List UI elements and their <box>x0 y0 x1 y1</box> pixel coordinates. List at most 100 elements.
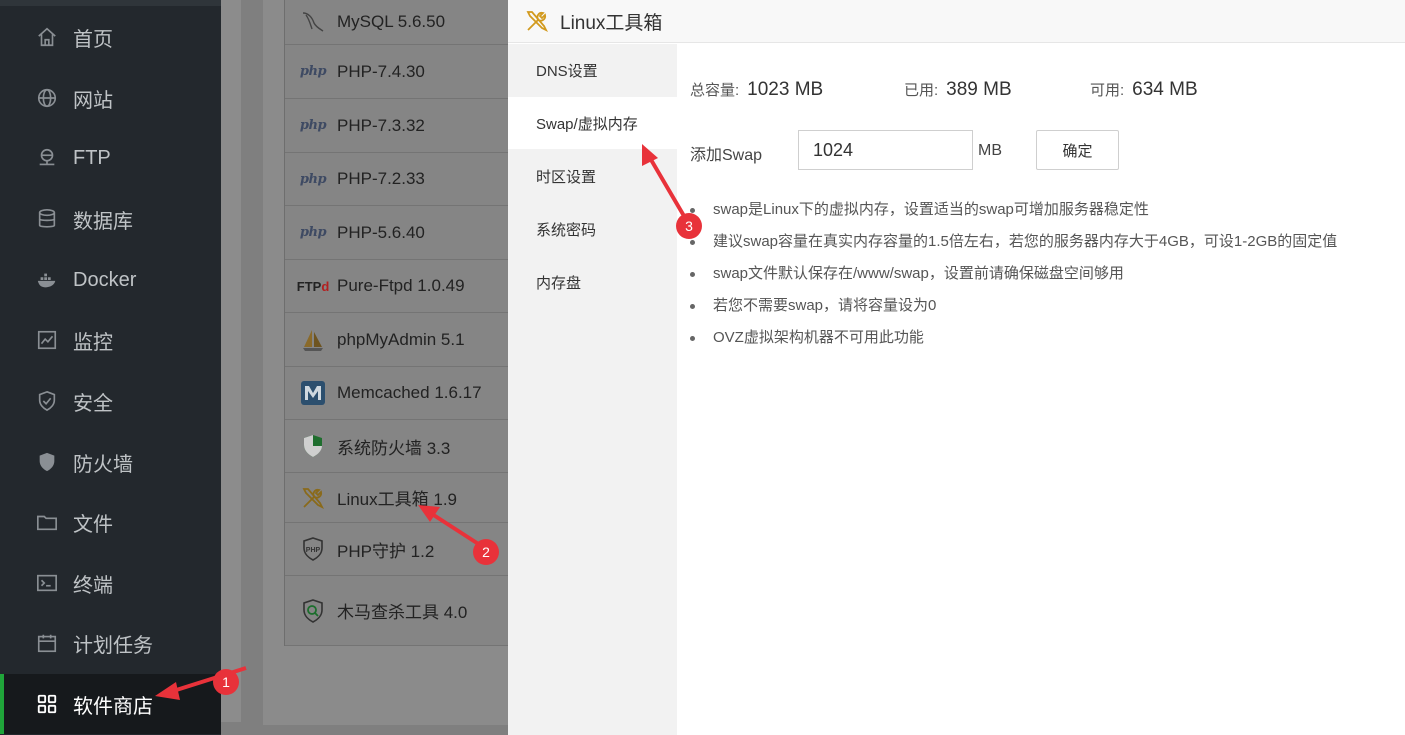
sidebar-item-label: 数据库 <box>73 210 133 233</box>
sidebar-item-label: 安全 <box>73 392 113 415</box>
scan-shield-icon <box>299 597 327 625</box>
confirm-button[interactable]: 确定 <box>1036 130 1119 170</box>
tab-ramdisk[interactable]: 内存盘 <box>508 256 677 308</box>
plugin-row-php-guard[interactable]: PHP PHP守护 1.2 <box>285 523 508 576</box>
plugin-name: PHP-7.3.32 <box>337 115 425 135</box>
sidebar-item-label: FTP <box>73 146 111 169</box>
sidebar-item-label: 终端 <box>73 574 113 597</box>
sidebar-item-label: 计划任务 <box>73 634 153 657</box>
sidebar-item-files[interactable]: 文件 <box>0 492 221 552</box>
list-item: swap文件默认保存在/www/swap，设置前请确保磁盘空间够用 <box>690 260 1405 292</box>
plugin-name: Memcached 1.6.17 <box>337 383 482 402</box>
plugin-name: PHP-7.4.30 <box>337 61 425 81</box>
plugin-name: PHP-5.6.40 <box>337 222 425 242</box>
monitor-icon <box>36 329 58 351</box>
plugin-row-firewall[interactable]: 系统防火墙 3.3 <box>285 420 508 473</box>
tab-swap[interactable]: Swap/虚拟内存 <box>508 97 677 149</box>
plugin-row-memcached[interactable]: Memcached 1.6.17 <box>285 367 508 420</box>
tab-label: DNS设置 <box>536 62 598 80</box>
plugin-row-linux-toolbox[interactable]: Linux工具箱 1.9 <box>285 473 508 523</box>
total-capacity: 总容量: 1023 MB <box>690 79 823 101</box>
list-item: 若您不需要swap，请将容量设为0 <box>690 292 1405 324</box>
sidebar-item-website[interactable]: 网站 <box>0 68 221 128</box>
php-shield-icon: PHP <box>299 535 327 563</box>
plugin-row-mysql[interactable]: MySQL 5.6.50 <box>285 0 508 45</box>
sidebar-item-label: 防火墙 <box>73 453 133 476</box>
tools-icon <box>299 484 327 512</box>
tab-label: 时区设置 <box>536 168 597 186</box>
plugin-row-php72[interactable]: php PHP-7.2.33 <box>285 153 508 206</box>
linux-toolbox-dialog: Linux工具箱 DNS设置 Swap/虚拟内存 时区设置 系统密码 内存盘 总… <box>508 0 1405 735</box>
swap-tips-list: swap是Linux下的虚拟内存，设置适当的swap可增加服务器稳定性 建议sw… <box>690 196 1405 356</box>
add-swap-label: 添加Swap <box>690 147 763 164</box>
plugin-row-trojan-scanner[interactable]: 木马查杀工具 4.0 <box>285 576 508 646</box>
terminal-icon <box>36 572 58 594</box>
sidebar-item-docker[interactable]: Docker <box>0 250 221 310</box>
plugin-row-pure-ftpd[interactable]: FTP d Pure-Ftpd 1.0.49 <box>285 260 508 313</box>
memcached-m-icon <box>299 379 327 407</box>
stat-value: 1023 MB <box>747 79 824 100</box>
sidebar-item-database[interactable]: 数据库 <box>0 189 221 249</box>
docker-icon <box>36 269 58 291</box>
list-item: 建议swap容量在真实内存容量的1.5倍左右，若您的服务器内存大于4GB，可设1… <box>690 228 1405 260</box>
folder-icon <box>36 511 58 533</box>
sidebar-top-edge <box>0 0 221 6</box>
plugin-name: Linux工具箱 1.9 <box>337 490 457 509</box>
php-icon: php <box>299 225 327 240</box>
stat-label: 可用: <box>1090 82 1125 99</box>
swap-size-input[interactable] <box>798 130 973 170</box>
overlay-mask-strip <box>221 0 241 722</box>
sidebar-item-label: 软件商店 <box>73 695 153 718</box>
tools-icon <box>526 11 549 33</box>
tab-label: 内存盘 <box>536 274 582 292</box>
plugin-name: phpMyAdmin 5.1 <box>337 329 465 349</box>
sidebar-item-label: 监控 <box>73 331 113 354</box>
tab-label: Swap/虚拟内存 <box>536 115 638 133</box>
tab-timezone[interactable]: 时区设置 <box>508 150 677 202</box>
sidebar-item-label: 文件 <box>73 513 113 536</box>
shield-check-icon <box>36 390 58 412</box>
sidebar: 首页 网站 FTP 数据库 Docker 监控 安全 防火墙 文件 终端 计划任… <box>0 0 221 735</box>
dialog-header: Linux工具箱 <box>508 0 1405 43</box>
ftp-logo-icon: FTP d <box>296 278 330 294</box>
dialog-title: Linux工具箱 <box>560 12 663 34</box>
grid-apps-icon <box>36 693 58 715</box>
green-shield-icon <box>299 432 327 460</box>
plugin-name: PHP-7.2.33 <box>337 169 425 188</box>
plugin-name: 木马查杀工具 4.0 <box>337 603 468 622</box>
plugin-row-php74[interactable]: php PHP-7.4.30 <box>285 45 508 99</box>
plugin-name: PHP守护 1.2 <box>337 541 435 561</box>
database-icon <box>36 208 58 230</box>
sidebar-item-home[interactable]: 首页 <box>0 7 221 67</box>
sidebar-item-label: Docker <box>73 268 137 291</box>
php-icon: php <box>299 171 327 187</box>
sidebar-item-ftp[interactable]: FTP <box>0 128 221 188</box>
used-capacity: 已用: 389 MB <box>904 79 1012 101</box>
plugin-row-php56[interactable]: php PHP-5.6.40 <box>285 206 508 260</box>
free-capacity: 可用: 634 MB <box>1090 79 1198 101</box>
list-item: OVZ虚拟架构机器不可用此功能 <box>690 324 1405 356</box>
globe-icon <box>36 87 58 109</box>
plugin-name: 系统防火墙 3.3 <box>337 438 451 458</box>
tab-label: 系统密码 <box>536 221 597 239</box>
home-icon <box>36 26 58 48</box>
sidebar-item-app-store[interactable]: 软件商店 <box>0 674 221 734</box>
mysql-dolphin-icon <box>299 8 327 36</box>
swap-unit-label: MB <box>978 142 1002 159</box>
sidebar-item-monitor[interactable]: 监控 <box>0 310 221 370</box>
firewall-shield-icon <box>36 451 58 473</box>
sidebar-item-security[interactable]: 安全 <box>0 371 221 431</box>
stat-value: 389 MB <box>946 79 1012 100</box>
tab-system-password[interactable]: 系统密码 <box>508 203 677 255</box>
sailboat-icon <box>299 326 327 354</box>
sidebar-item-terminal[interactable]: 终端 <box>0 553 221 613</box>
dialog-tab-list: DNS设置 Swap/虚拟内存 时区设置 系统密码 内存盘 <box>508 44 677 735</box>
sidebar-item-cron[interactable]: 计划任务 <box>0 613 221 673</box>
plugin-row-php73[interactable]: php PHP-7.3.32 <box>285 99 508 153</box>
sidebar-item-label: 网站 <box>73 89 113 112</box>
tab-dns[interactable]: DNS设置 <box>508 44 677 96</box>
plugin-row-phpmyadmin[interactable]: phpMyAdmin 5.1 <box>285 313 508 367</box>
sidebar-item-label: 首页 <box>73 28 113 51</box>
sidebar-item-firewall[interactable]: 防火墙 <box>0 432 221 492</box>
calendar-icon <box>36 632 58 654</box>
